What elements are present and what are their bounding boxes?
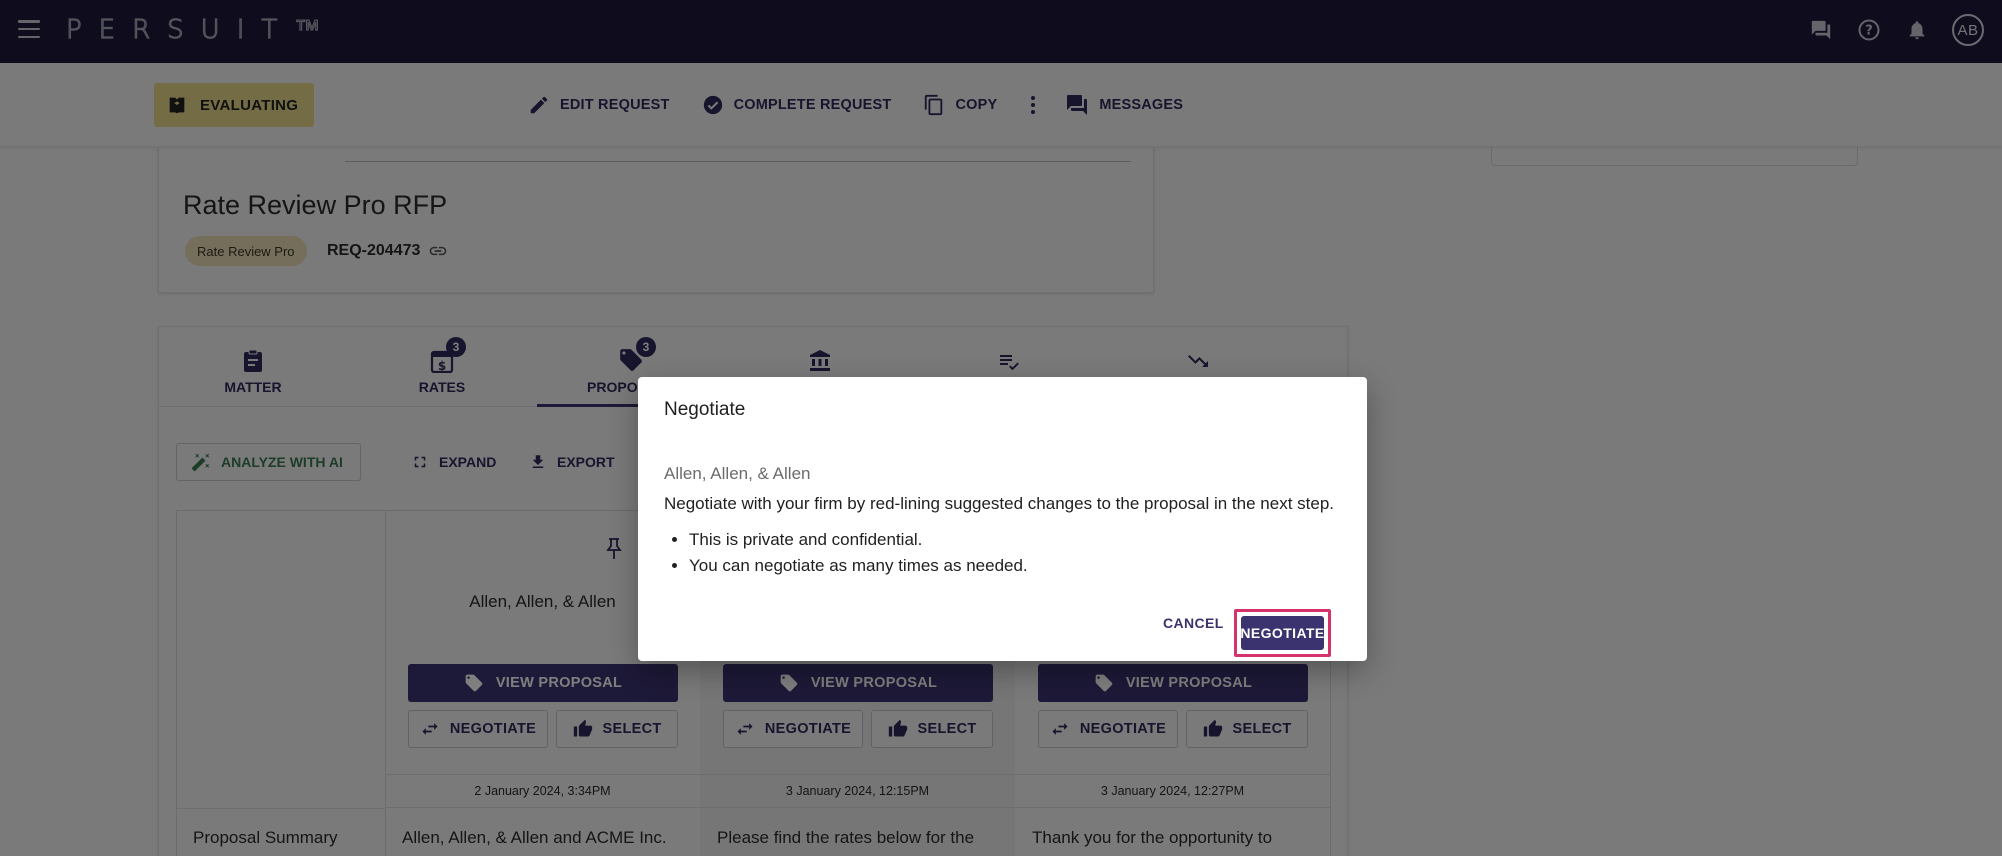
dialog-description: Negotiate with your firm by red-lining s… <box>664 494 1334 513</box>
negotiate-confirm-button[interactable]: NEGOTIATE <box>1240 616 1324 650</box>
dialog-bullets: This is private and confidential. You ca… <box>689 527 1028 579</box>
dialog-firm-name: Allen, Allen, & Allen <box>664 464 811 483</box>
list-item: This is private and confidential. <box>689 527 1028 553</box>
cancel-button[interactable]: CANCEL <box>1163 615 1224 631</box>
negotiate-confirm-highlight: NEGOTIATE <box>1234 609 1331 657</box>
dialog-title: Negotiate <box>664 399 746 420</box>
list-item: You can negotiate as many times as neede… <box>689 553 1028 579</box>
negotiate-dialog: Negotiate Allen, Allen, & Allen Negotiat… <box>638 377 1367 661</box>
